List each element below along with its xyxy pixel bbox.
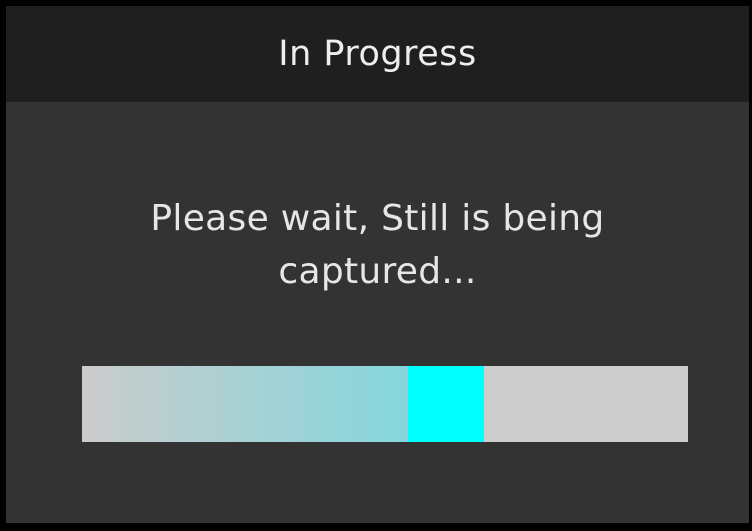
progress-bar bbox=[82, 366, 688, 442]
progress-message-line-1: Please wait, Still is being bbox=[150, 198, 605, 239]
progress-message-line-2: captured... bbox=[278, 251, 477, 292]
progress-bar-trail bbox=[82, 366, 409, 442]
dialog-titlebar: In Progress bbox=[6, 6, 749, 102]
dialog-title: In Progress bbox=[278, 34, 477, 74]
progress-bar-indicator bbox=[408, 366, 485, 442]
progress-dialog: In Progress Please wait, Still is being … bbox=[6, 6, 749, 523]
progress-message: Please wait, Still is being captured... bbox=[6, 192, 749, 298]
